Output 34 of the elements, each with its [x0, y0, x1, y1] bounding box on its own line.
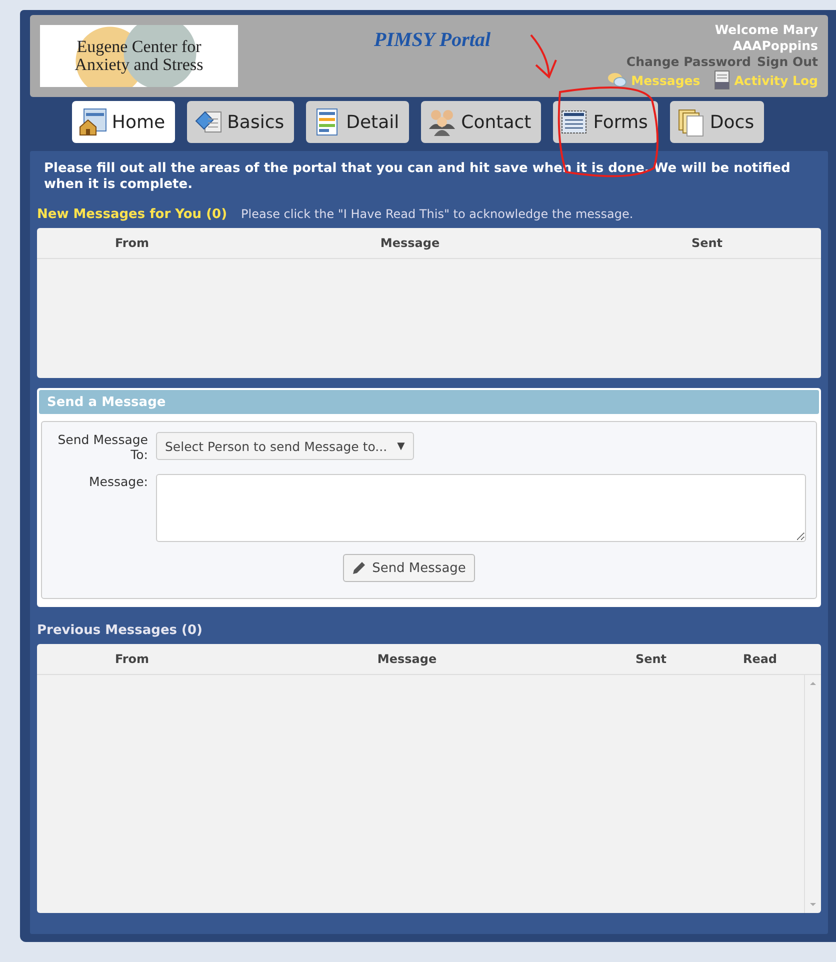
people-icon [427, 107, 458, 137]
portal-title: PIMSY Portal [374, 29, 490, 52]
nav-tab[interactable]: Basics [187, 101, 294, 143]
field-label: Send Message To: [56, 432, 148, 462]
send-button[interactable]: Send Message [343, 554, 475, 582]
nav-tab[interactable]: Home [72, 101, 176, 143]
column-header: Sent [690, 236, 724, 250]
card-title: Send a Message [39, 390, 819, 414]
hint-text: Please click the "I Have Read This" to acknowledge the message. [241, 207, 634, 221]
column-header: Message [376, 652, 438, 666]
caret-icon: ▼ [397, 440, 405, 452]
column-header: Read [742, 652, 778, 666]
section-title: New Messages for You (0) [37, 207, 228, 222]
column-header: Message [379, 236, 441, 250]
section-title: Previous Messages (0) [37, 623, 204, 638]
column-header: Sent [634, 652, 668, 666]
chat-bubbles-icon [607, 71, 628, 89]
nav-tab[interactable]: Contact [421, 101, 542, 143]
hand-drawn-arrow [529, 33, 559, 81]
nav-tab[interactable]: Forms [553, 101, 658, 143]
welcome-text: Welcome Mary [714, 22, 818, 37]
field-label: Message: [88, 474, 148, 491]
log-file-icon [714, 70, 730, 90]
documents-icon [676, 107, 706, 137]
column-header: From [114, 236, 150, 250]
house-icon [78, 107, 108, 137]
nav-tab[interactable]: Docs [670, 101, 764, 143]
username: AAAPoppins [732, 38, 818, 53]
message-field[interactable] [156, 474, 806, 542]
pencil-icon [352, 561, 366, 575]
recipient-select[interactable]: Select Person to send Message to... ▼ [156, 432, 414, 460]
nav-tab[interactable]: Detail [306, 101, 410, 143]
logo-text: Eugene Center for [76, 38, 202, 56]
column-header: From [114, 652, 150, 666]
